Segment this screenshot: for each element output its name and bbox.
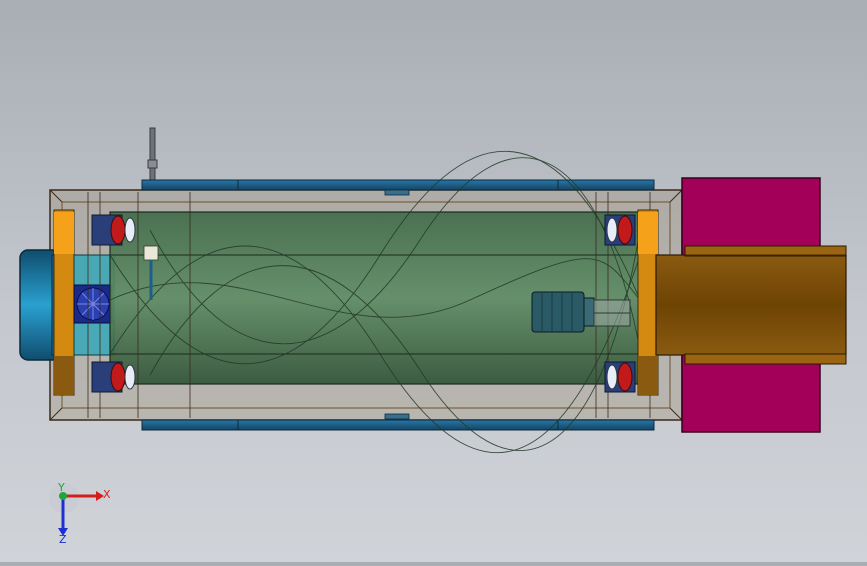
y-axis-label: Y bbox=[57, 481, 65, 494]
discharge-chute bbox=[655, 245, 847, 365]
left-orange-support bbox=[53, 209, 75, 396]
cad-viewport[interactable]: X Y Z bbox=[0, 0, 867, 562]
assembly-drawing: X Y Z bbox=[19, 127, 847, 546]
roller-bottom-right bbox=[604, 361, 636, 393]
left-housing bbox=[73, 254, 115, 356]
z-axis-label: Z bbox=[59, 533, 67, 546]
roller-bottom-left bbox=[91, 361, 136, 393]
roller-top-left bbox=[91, 214, 136, 246]
sensor-rod bbox=[147, 127, 158, 184]
x-axis-label: X bbox=[103, 488, 111, 501]
coordinate-triad[interactable]: X Y Z bbox=[49, 481, 111, 546]
roller-top-right bbox=[604, 214, 636, 246]
right-orange-support bbox=[637, 209, 659, 396]
